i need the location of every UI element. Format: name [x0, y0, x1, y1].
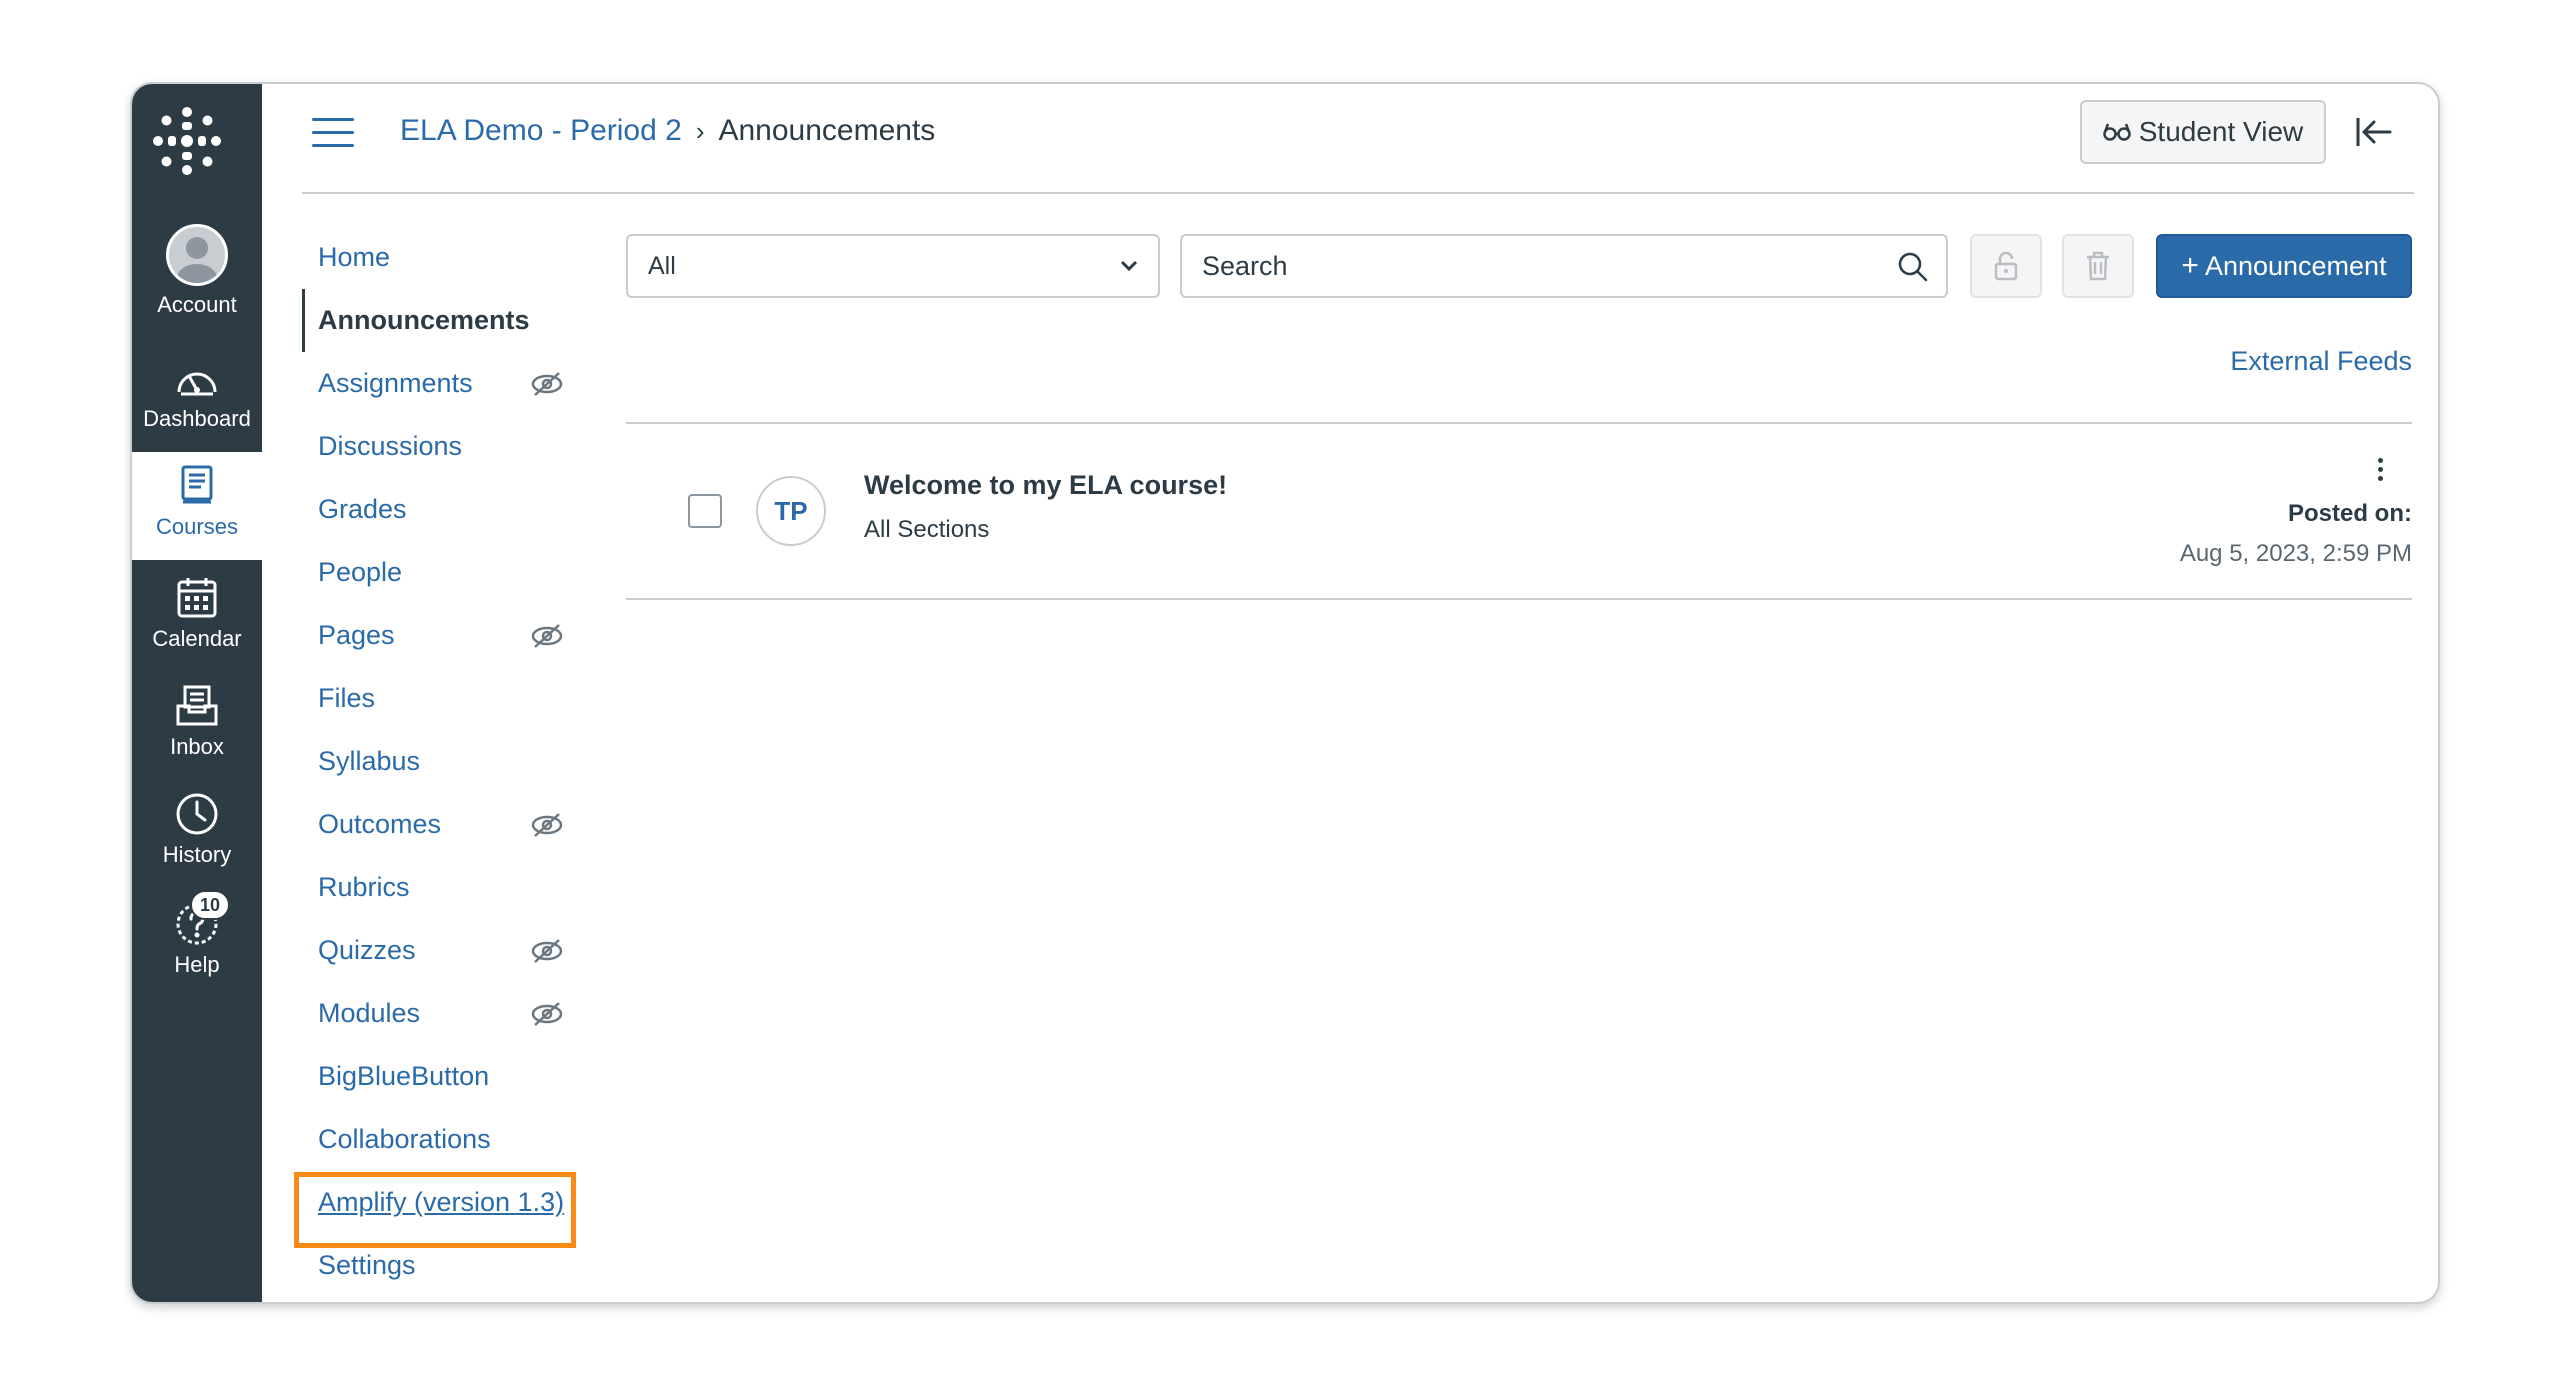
- global-nav-label: Help: [174, 952, 220, 977]
- global-nav-label: Account: [157, 292, 237, 317]
- announcement-sections: All Sections: [864, 516, 990, 543]
- course-nav-label: Collaborations: [318, 1124, 491, 1154]
- lock-announcements-button[interactable]: [1970, 234, 2042, 298]
- posted-on-label: Posted on:: [2288, 500, 2412, 527]
- hidden-from-students-icon: [531, 624, 563, 648]
- course-nav-label: Amplify (version 1.3): [318, 1187, 565, 1217]
- search-input[interactable]: [1182, 236, 1882, 296]
- external-feeds-link[interactable]: External Feeds: [2230, 346, 2412, 377]
- course-nav-home[interactable]: Home: [302, 226, 622, 289]
- breadcrumb-current: Announcements: [718, 114, 936, 147]
- announcement-filter-select[interactable]: All: [626, 234, 1160, 298]
- course-nav-announcements[interactable]: Announcements: [302, 289, 622, 352]
- course-menu-toggle-button[interactable]: [312, 118, 354, 148]
- global-nav-help[interactable]: 10 Help: [132, 890, 262, 994]
- speedometer-icon: [177, 372, 217, 396]
- hidden-from-students-icon: [531, 1002, 563, 1026]
- course-nav-outcomes[interactable]: Outcomes: [302, 793, 622, 856]
- global-nav-calendar[interactable]: Calendar: [132, 566, 262, 670]
- course-nav-syllabus[interactable]: Syllabus: [302, 730, 622, 793]
- clock-icon: [176, 793, 218, 835]
- calendar-icon: [177, 578, 217, 618]
- hidden-from-students-icon: [531, 372, 563, 396]
- course-nav-discussions[interactable]: Discussions: [302, 415, 622, 478]
- course-nav-quizzes[interactable]: Quizzes: [302, 919, 622, 982]
- global-nav-label: Calendar: [152, 626, 242, 651]
- course-nav-label: Outcomes: [318, 809, 442, 839]
- global-nav-dashboard[interactable]: Dashboard: [132, 352, 262, 456]
- announcement-title-link[interactable]: Welcome to my ELA course!: [864, 470, 1227, 501]
- course-nav-label: Syllabus: [318, 746, 421, 776]
- course-nav-label: Announcements: [318, 305, 530, 335]
- course-nav-label: Rubrics: [318, 872, 410, 902]
- student-view-label: Student View: [2138, 116, 2304, 147]
- course-nav-label: Assignments: [318, 368, 473, 398]
- course-nav-label: Home: [318, 242, 391, 272]
- course-nav-amplify[interactable]: Amplify (version 1.3): [302, 1171, 622, 1234]
- course-nav-collaborations[interactable]: Collaborations: [302, 1108, 622, 1171]
- global-nav-label: Dashboard: [143, 406, 251, 431]
- global-nav-account[interactable]: Account: [132, 224, 262, 328]
- course-nav: Home Announcements Assignments Discussio…: [302, 226, 622, 1297]
- course-nav-people[interactable]: People: [302, 541, 622, 604]
- list-top-divider: [626, 422, 2412, 424]
- trash-icon: [2087, 251, 2109, 281]
- hidden-from-students-icon: [531, 939, 563, 963]
- announcement-options-kebab-icon[interactable]: [2372, 458, 2388, 488]
- delete-announcements-button[interactable]: [2062, 234, 2134, 298]
- course-nav-label: Settings: [318, 1250, 416, 1280]
- breadcrumb-separator-icon: ›: [695, 115, 705, 146]
- course-nav-bigbluebutton[interactable]: BigBlueButton: [302, 1045, 622, 1108]
- course-nav-settings[interactable]: Settings: [302, 1234, 622, 1297]
- glasses-icon: [2103, 123, 2131, 141]
- student-view-button[interactable]: Student View: [2080, 100, 2326, 164]
- list-bottom-divider: [626, 598, 2412, 600]
- global-nav-courses[interactable]: Courses: [132, 452, 262, 560]
- hidden-from-students-icon: [531, 813, 563, 837]
- course-nav-label: Modules: [318, 998, 421, 1028]
- course-nav-label: Pages: [318, 620, 395, 650]
- inbox-icon: [176, 685, 218, 726]
- add-announcement-label: Announcement: [2204, 250, 2387, 281]
- plus-icon: +: [2181, 249, 2199, 282]
- chevron-down-icon: [1120, 260, 1138, 272]
- global-nav-label: Inbox: [170, 734, 224, 759]
- course-nav-rubrics[interactable]: Rubrics: [302, 856, 622, 919]
- canvas-window: Account Dashboard Courses Calendar Inbox…: [130, 82, 2440, 1304]
- breadcrumb: ELA Demo - Period 2 › Announcements: [400, 114, 935, 148]
- course-nav-pages[interactable]: Pages: [302, 604, 622, 667]
- filter-selected-value: All: [648, 251, 676, 280]
- course-nav-modules[interactable]: Modules: [302, 982, 622, 1045]
- course-nav-label: Files: [318, 683, 376, 713]
- course-nav-label: BigBlueButton: [318, 1061, 490, 1091]
- help-notification-badge: 10: [190, 890, 230, 920]
- book-icon: [181, 465, 213, 504]
- collapse-panel-icon[interactable]: [2352, 112, 2394, 152]
- global-nav: Account Dashboard Courses Calendar Inbox…: [132, 84, 262, 1302]
- announcement-select-checkbox[interactable]: [688, 494, 722, 528]
- course-nav-label: Discussions: [318, 431, 463, 461]
- course-nav-label: Quizzes: [318, 935, 416, 965]
- global-nav-inbox[interactable]: Inbox: [132, 674, 262, 778]
- header-divider: [302, 192, 2414, 194]
- course-nav-label: Grades: [318, 494, 407, 524]
- global-nav-history[interactable]: History: [132, 782, 262, 886]
- posted-on-date: Aug 5, 2023, 2:59 PM: [2179, 540, 2412, 567]
- breadcrumb-course-link[interactable]: ELA Demo - Period 2: [400, 114, 682, 148]
- search-icon[interactable]: [1898, 252, 1928, 282]
- course-nav-label: People: [318, 557, 403, 587]
- course-nav-assignments[interactable]: Assignments: [302, 352, 622, 415]
- canvas-logo-icon[interactable]: [150, 104, 224, 178]
- search-field[interactable]: [1180, 234, 1948, 298]
- course-nav-grades[interactable]: Grades: [302, 478, 622, 541]
- global-nav-label: Courses: [156, 514, 238, 539]
- course-nav-files[interactable]: Files: [302, 667, 622, 730]
- author-avatar: TP: [756, 476, 826, 546]
- account-avatar-icon: [166, 224, 228, 286]
- add-announcement-button[interactable]: + Announcement: [2156, 234, 2412, 298]
- unlock-icon: [1994, 251, 2018, 281]
- global-nav-label: History: [162, 842, 232, 867]
